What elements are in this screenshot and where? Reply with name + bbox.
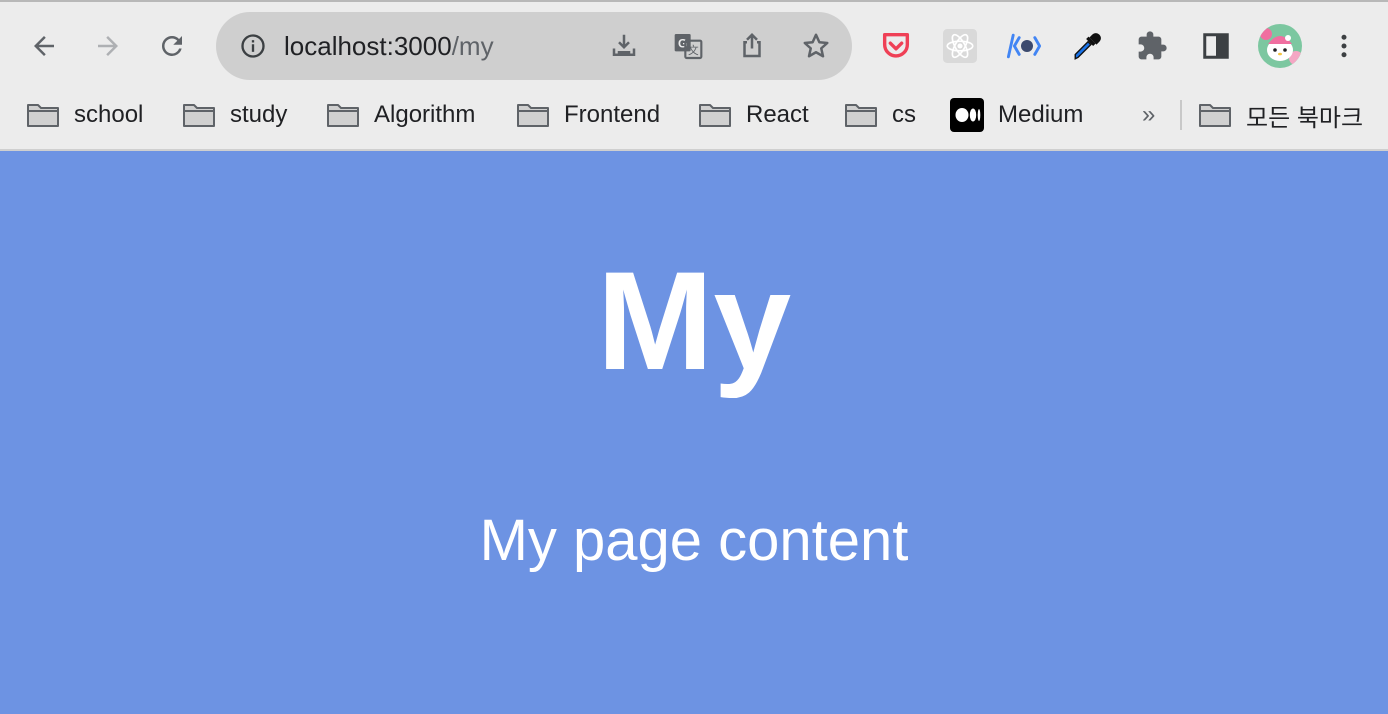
react-devtools-icon[interactable] bbox=[938, 24, 982, 68]
extensions-puzzle-icon[interactable] bbox=[1130, 24, 1174, 68]
bookmark-label: 모든 북마크 bbox=[1246, 104, 1364, 132]
folder-icon bbox=[844, 101, 878, 129]
bookmark-medium[interactable]: Medium bbox=[950, 98, 1083, 132]
folder-icon bbox=[182, 101, 216, 129]
bookmark-label: cs bbox=[892, 101, 916, 128]
bookmark-folder-all-bookmarks[interactable]: 모든 북마크 bbox=[1198, 98, 1363, 132]
bookmark-folder-frontend[interactable]: Frontend bbox=[516, 98, 660, 132]
bookmark-label: Algorithm bbox=[374, 101, 476, 128]
bookmarks-bar: school study Algorithm Frontend React cs… bbox=[0, 88, 1388, 151]
page-body-text: My page content bbox=[479, 508, 909, 573]
page-content: My My page content bbox=[0, 151, 1388, 714]
reload-button[interactable] bbox=[150, 24, 194, 68]
folder-icon bbox=[516, 101, 550, 129]
arrow-left-icon bbox=[34, 36, 54, 56]
bookmark-folder-cs[interactable]: cs bbox=[844, 98, 916, 132]
arrow-right-icon bbox=[98, 36, 118, 56]
eyedropper-icon[interactable] bbox=[1066, 24, 1110, 68]
forward-button[interactable] bbox=[86, 24, 130, 68]
address-bar[interactable]: localhost:3000/my G 文 bbox=[216, 12, 852, 80]
svg-text:文: 文 bbox=[688, 44, 699, 57]
bookmark-label: Frontend bbox=[564, 101, 661, 128]
url-text[interactable]: localhost:3000/my bbox=[284, 29, 494, 63]
bookmark-label: Medium bbox=[998, 101, 1084, 128]
url-host: localhost:3000 bbox=[284, 31, 452, 61]
medium-icon bbox=[950, 98, 984, 132]
back-button[interactable] bbox=[22, 24, 66, 68]
bookmark-star-icon[interactable] bbox=[796, 26, 836, 66]
url-path: /my bbox=[451, 31, 494, 61]
bookmark-folder-algorithm[interactable]: Algorithm bbox=[326, 98, 475, 132]
bookmarks-overflow-button[interactable]: » bbox=[1142, 98, 1155, 132]
site-info-icon[interactable] bbox=[236, 29, 270, 63]
browser-window: localhost:3000/my G 文 school study Algor… bbox=[0, 0, 1388, 714]
bookmark-folder-react[interactable]: React bbox=[698, 98, 809, 132]
folder-icon bbox=[26, 101, 60, 129]
profile-avatar[interactable] bbox=[1258, 24, 1302, 68]
browser-toolbar: localhost:3000/my G 文 bbox=[0, 0, 1388, 88]
bookmark-folder-school[interactable]: school bbox=[26, 98, 143, 132]
bookmark-folder-study[interactable]: study bbox=[182, 98, 287, 132]
octotree-icon[interactable] bbox=[1002, 24, 1046, 68]
install-app-icon[interactable] bbox=[604, 26, 644, 66]
folder-icon bbox=[326, 101, 360, 129]
translate-icon[interactable]: G 文 bbox=[668, 26, 708, 66]
folder-icon bbox=[1198, 101, 1232, 129]
share-icon[interactable] bbox=[732, 26, 772, 66]
bookmark-label: school bbox=[74, 101, 144, 128]
reload-icon bbox=[161, 35, 182, 56]
more-menu-icon[interactable] bbox=[1322, 24, 1366, 68]
page-title: My bbox=[596, 242, 792, 399]
side-panel-icon[interactable] bbox=[1194, 24, 1238, 68]
bookmark-label: React bbox=[746, 101, 809, 128]
bookmark-label: study bbox=[230, 101, 288, 128]
pocket-icon[interactable] bbox=[874, 24, 918, 68]
bookmarks-separator bbox=[1180, 100, 1182, 130]
folder-icon bbox=[698, 101, 732, 129]
